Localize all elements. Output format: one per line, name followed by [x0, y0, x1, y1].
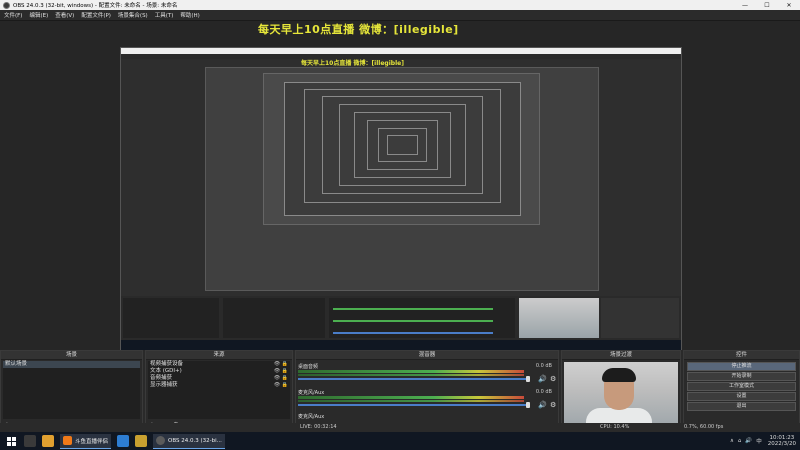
scenes-header: 场景: [1, 351, 142, 360]
nested-preview-canvas: 每天早上10点直播 微博：[illegible]: [121, 59, 681, 296]
nested-sources-panel: [223, 298, 325, 338]
nested-preview-2: [205, 67, 599, 291]
window-title: OBS 24.0.3 (32-bit, windows) - 配置文件: 未命名…: [13, 3, 178, 9]
status-bar: 0.7%, 60.00 fps LIVE: 00:32:14 CPU: 10.4…: [0, 423, 800, 432]
nested-mixer-panel: [329, 298, 515, 338]
scenes-dock: 场景 默认场景 + − ∧ ∨: [0, 350, 143, 432]
status-cpu-fps: 0.7%, 60.00 fps: [684, 424, 724, 430]
mixer-channel-name: 麦克风/Aux: [298, 414, 325, 420]
volume-meter: [298, 400, 524, 402]
mixer-channel-mic: 麦克风/Aux 0.0 dB 🔊 ⚙: [298, 389, 556, 409]
edge-browser-icon[interactable]: [117, 435, 130, 447]
eye-lock-icon[interactable]: 👁 🔒: [274, 375, 288, 382]
folder-icon[interactable]: [42, 435, 54, 447]
nested-controls-panel: [601, 298, 679, 338]
volume-slider-handle[interactable]: [526, 376, 530, 382]
sources-list: 视频捕获设备 👁 🔒 文本 (GDI+) 👁 🔒 音频捕获 👁 🔒 显示器捕获 👁 🔒: [148, 361, 290, 419]
sources-dock: 来源 视频捕获设备 👁 🔒 文本 (GDI+) 👁 🔒 音频捕获 👁 🔒 显示器捕获 👁…: [145, 350, 293, 432]
source-item[interactable]: 视频捕获设备 👁 🔒: [148, 361, 290, 368]
minimize-button[interactable]: —: [734, 0, 756, 10]
source-item[interactable]: 文本 (GDI+) 👁 🔒: [148, 368, 290, 375]
webcam-person-hair: [602, 368, 636, 382]
volume-slider[interactable]: [298, 378, 528, 380]
nested-overlay-text: 每天早上10点直播 微博：[illegible]: [301, 60, 404, 67]
menu-bar: 文件(F) 编辑(E) 查看(V) 配置文件(P) 场景集合(S) 工具(T) …: [0, 10, 800, 21]
volume-meter: [298, 370, 524, 373]
controls-header: 控件: [684, 351, 799, 360]
eye-lock-icon[interactable]: 👁 🔒: [274, 361, 288, 368]
windows-taskbar: 斗鱼直播伴侣 OBS 24.0.3 (32-bi... ∧ ⌂ 🔊 中 10:0…: [0, 432, 800, 450]
network-icon[interactable]: ⌂: [738, 438, 742, 444]
obs-logo-icon: [3, 1, 10, 9]
exit-button[interactable]: 退出: [687, 402, 796, 411]
taskbar-app-obs[interactable]: OBS 24.0.3 (32-bi...: [153, 433, 225, 449]
mixer-channel-db: 0.0 dB: [535, 389, 552, 395]
start-recording-button[interactable]: 开始录制: [687, 372, 796, 381]
scene-item[interactable]: 默认场景: [3, 361, 140, 368]
ime-icon[interactable]: 中: [756, 437, 762, 445]
transitions-header: 场景过渡: [562, 351, 680, 360]
preview-canvas[interactable]: 每天早上10点直播 微博：[illegible] 每天早上10点直播 微博：[i…: [0, 21, 800, 351]
scenes-list: 默认场景: [3, 361, 140, 419]
volume-icon[interactable]: 🔊: [745, 438, 752, 444]
mixer-channel-db: 0.0 dB: [535, 363, 552, 369]
menu-file[interactable]: 文件(F): [4, 11, 22, 19]
nested-docks: [121, 296, 681, 350]
system-tray: ∧ ⌂ 🔊 中 10:01:23 2022/3/20: [726, 432, 796, 450]
tray-up-arrow-icon[interactable]: ∧: [730, 438, 734, 444]
windows-start-icon[interactable]: [4, 434, 18, 448]
file-explorer-icon[interactable]: [135, 435, 148, 447]
maximize-button[interactable]: ☐: [756, 0, 778, 10]
gear-icon[interactable]: ⚙: [550, 401, 556, 409]
volume-slider[interactable]: [298, 404, 528, 406]
mixer-channel-extra: 麦克风/Aux: [298, 413, 556, 423]
mixer-header: 混音器: [296, 351, 558, 360]
controls-buttons: 停止推流 开始录制 工作室模式 设置 退出: [684, 361, 799, 412]
nested-camera: [519, 298, 599, 338]
speaker-icon[interactable]: 🔊: [538, 375, 547, 383]
source-item[interactable]: 显示器捕获 👁 🔒: [148, 382, 290, 389]
speaker-icon[interactable]: 🔊: [538, 401, 547, 409]
status-cpu: CPU: 10.4%: [600, 424, 630, 430]
sources-header: 来源: [146, 351, 292, 360]
task-view-icon[interactable]: [24, 435, 36, 447]
eye-lock-icon[interactable]: 👁 🔒: [274, 368, 288, 375]
volume-meter: [298, 396, 524, 399]
stream-overlay-text: 每天早上10点直播 微博：[illegible]: [258, 23, 459, 36]
docks-area: 场景 默认场景 + − ∧ ∨ 来源 视频捕获设备👁 🔒 文本 (GDI+)👁 …: [0, 350, 800, 432]
close-button[interactable]: ✕: [778, 0, 800, 10]
nested-preview-3: [263, 73, 540, 225]
menu-tools[interactable]: 工具(T): [155, 11, 174, 19]
settings-button[interactable]: 设置: [687, 392, 796, 401]
eye-lock-icon[interactable]: 👁 🔒: [274, 382, 288, 389]
taskbar-clock[interactable]: 10:01:23 2022/3/20: [768, 435, 796, 447]
mixer-channel-name: 麦克风/Aux: [298, 390, 325, 396]
mixer-channel-desktop: 桌面音频 0.0 dB 🔊 ⚙: [298, 363, 556, 383]
source-item[interactable]: 音频捕获 👁 🔒: [148, 375, 290, 382]
menu-profile[interactable]: 配置文件(P): [81, 11, 111, 19]
audio-mixer-dock: 混音器 桌面音频 0.0 dB 🔊 ⚙ 麦克风/Aux 0.0 dB 🔊 ⚙ 麦…: [295, 350, 559, 432]
nested-preview-1: 每天早上10点直播 微博：[illegible]: [120, 47, 682, 351]
menu-scene-collection[interactable]: 场景集合(S): [118, 11, 148, 19]
status-live-time: LIVE: 00:32:14: [300, 424, 337, 430]
menu-view[interactable]: 查看(V): [55, 11, 74, 19]
taskbar-app-douyu[interactable]: 斗鱼直播伴侣: [60, 433, 112, 449]
obs-icon: [156, 436, 166, 445]
nested-taskbar: [121, 340, 681, 350]
gear-icon[interactable]: ⚙: [550, 375, 556, 383]
webcam-feed: [564, 362, 678, 432]
mixer-channel-name: 桌面音频: [298, 364, 319, 370]
douyu-icon: [63, 436, 72, 445]
menu-help[interactable]: 帮助(H): [180, 11, 199, 19]
stop-streaming-button[interactable]: 停止推流: [687, 362, 796, 371]
window-titlebar: OBS 24.0.3 (32-bit, windows) - 配置文件: 未命名…: [0, 0, 800, 10]
controls-dock: 控件 停止推流 开始录制 工作室模式 设置 退出: [683, 350, 800, 432]
volume-slider-handle[interactable]: [526, 402, 530, 408]
volume-meter: [298, 374, 524, 376]
studio-mode-button[interactable]: 工作室模式: [687, 382, 796, 391]
menu-edit[interactable]: 编辑(E): [29, 11, 48, 19]
nested-scenes-panel: [123, 298, 219, 338]
